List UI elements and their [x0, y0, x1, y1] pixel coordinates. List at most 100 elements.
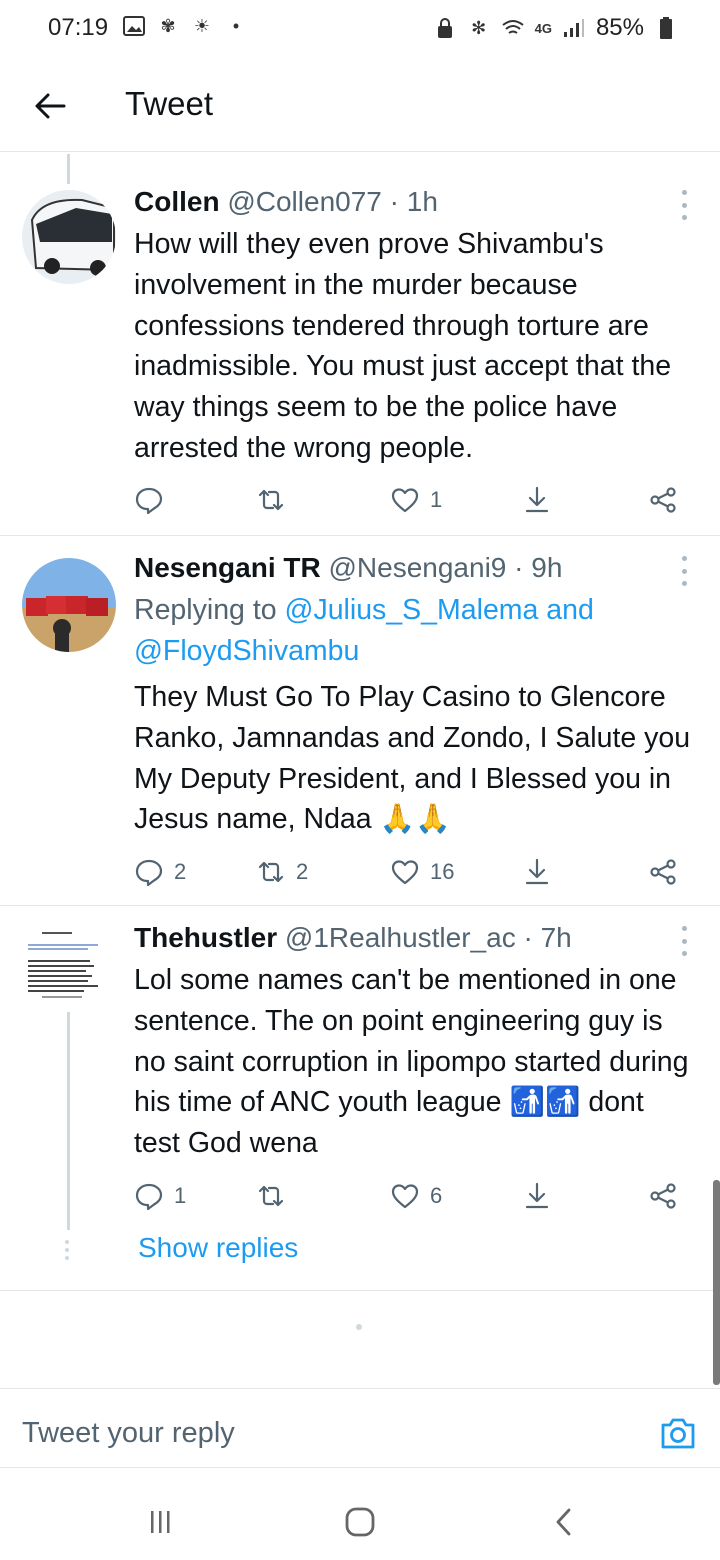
show-replies-link[interactable]: Show replies: [138, 1232, 298, 1264]
user-handle[interactable]: @Collen077: [227, 186, 382, 217]
like-button[interactable]: 1: [390, 480, 442, 520]
tweet-text: Lol some names can't be mentioned in one…: [134, 964, 689, 1160]
download-icon: [525, 858, 549, 885]
replying-to-label: Replying to: [134, 594, 285, 626]
like-button[interactable]: 16: [390, 852, 454, 892]
reply-count: 2: [174, 859, 187, 884]
status-system-icons: ✻ 4G 85%: [433, 14, 678, 42]
status-bar: 07:19 ✾ ☀ • ✻ 4G 85%: [0, 0, 720, 60]
more-options-button[interactable]: [674, 556, 694, 586]
like-button[interactable]: 6: [390, 1176, 442, 1216]
top-app-bar: Tweet: [0, 60, 720, 152]
heart-icon: [391, 488, 419, 513]
retweet-icon: [258, 861, 284, 883]
back-chevron-icon: [556, 1508, 571, 1536]
dot-icon: •: [232, 15, 240, 36]
tweet-actions: 1: [134, 480, 694, 520]
tweet-actions: 1 6: [134, 1176, 694, 1216]
retweet-count: 2: [296, 859, 309, 884]
battery-percent: 85%: [595, 14, 644, 41]
heart-icon: [391, 1184, 419, 1209]
thread-line-top: [67, 154, 70, 184]
reply-composer[interactable]: Tweet your reply: [0, 1388, 720, 1468]
fan-icon: ✾: [160, 15, 176, 36]
recent-apps-icon: [151, 1511, 170, 1533]
retweet-button[interactable]: [256, 480, 296, 520]
divider: [0, 1290, 720, 1291]
tweet-actions: 2 2 16: [134, 852, 694, 892]
reply-icon: [135, 1183, 163, 1211]
back-button[interactable]: [30, 86, 70, 126]
download-icon: [525, 1182, 549, 1209]
tweet-text: How will they even prove Shivambu's invo…: [134, 228, 672, 464]
reply-button[interactable]: [134, 480, 174, 520]
home-button[interactable]: [340, 1502, 380, 1542]
scrollbar[interactable]: [713, 1180, 720, 1385]
bluetooth-icon: ✻: [471, 17, 487, 38]
retweet-button[interactable]: [256, 1176, 296, 1216]
camera-icon: [661, 1418, 695, 1449]
tweet-header: Collen @Collen077 · 1h: [134, 186, 438, 218]
retweet-icon: [258, 489, 284, 511]
back-nav-button[interactable]: [544, 1502, 584, 1542]
download-button[interactable]: [522, 1176, 552, 1216]
retweet-button[interactable]: 2: [256, 852, 308, 892]
battery-icon: [654, 16, 678, 40]
share-icon: [650, 487, 676, 513]
download-icon: [525, 486, 549, 513]
share-button[interactable]: [648, 480, 678, 520]
loading-indicator: [356, 1324, 362, 1330]
like-count: 1: [430, 487, 443, 512]
system-navigation-bar: [0, 1468, 720, 1560]
display-name[interactable]: Collen: [134, 186, 220, 217]
like-count: 16: [430, 859, 455, 884]
weather-icon: ☀: [193, 15, 211, 36]
divider: [0, 905, 720, 906]
timestamp[interactable]: · 7h: [523, 922, 571, 953]
download-button[interactable]: [522, 852, 552, 892]
display-name[interactable]: Thehustler: [134, 922, 277, 953]
user-handle[interactable]: @Nesengani9: [328, 552, 506, 583]
reply-input[interactable]: Tweet your reply: [22, 1417, 235, 1450]
timestamp[interactable]: · 1h: [390, 186, 438, 217]
more-options-button[interactable]: [674, 926, 694, 956]
download-button[interactable]: [522, 480, 552, 520]
page-title: Tweet: [125, 85, 214, 122]
wifi-icon: [501, 16, 525, 40]
avatar[interactable]: [22, 918, 116, 1012]
gallery-icon: [122, 14, 146, 38]
divider: [0, 535, 720, 536]
share-icon: [650, 859, 676, 885]
tweet-header: Nesengani TR @Nesengani9 · 9h: [134, 552, 562, 584]
share-button[interactable]: [648, 1176, 678, 1216]
status-notification-icons: ✾ ☀ •: [122, 14, 248, 38]
share-icon: [650, 1183, 676, 1209]
reply-count: 1: [174, 1183, 187, 1208]
tweet-header: Thehustler @1Realhustler_ac · 7h: [134, 922, 572, 954]
recent-apps-button[interactable]: [140, 1502, 180, 1542]
status-time: 07:19: [48, 14, 109, 41]
network-type: 4G: [534, 20, 552, 36]
thread-line-bottom: [67, 1012, 70, 1230]
camera-button[interactable]: [658, 1413, 698, 1453]
like-count: 6: [430, 1183, 443, 1208]
reply-button[interactable]: 2: [134, 852, 186, 892]
retweet-icon: [258, 1185, 284, 1207]
avatar[interactable]: [22, 558, 116, 652]
heart-icon: [391, 860, 419, 885]
more-replies-dots-icon: [64, 1240, 70, 1260]
lock-icon: [433, 16, 457, 40]
share-button[interactable]: [648, 852, 678, 892]
reply-icon: [135, 859, 163, 887]
replying-to: Replying to @Julius_S_Malema and @FloydS…: [134, 590, 694, 672]
tweet-text: They Must Go To Play Casino to Glencore …: [134, 681, 691, 836]
display-name[interactable]: Nesengani TR: [134, 552, 321, 583]
user-handle[interactable]: @1Realhustler_ac: [285, 922, 516, 953]
reply-icon: [135, 487, 163, 515]
timestamp[interactable]: · 9h: [514, 552, 562, 583]
reply-button[interactable]: 1: [134, 1176, 186, 1216]
back-arrow-icon: [35, 93, 66, 119]
avatar[interactable]: [22, 190, 116, 284]
signal-icon: [562, 16, 586, 40]
more-options-button[interactable]: [674, 190, 694, 220]
